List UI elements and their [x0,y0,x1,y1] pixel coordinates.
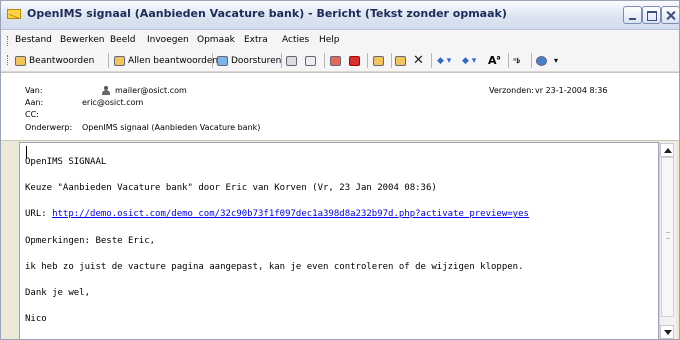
toolbar-separator [212,53,213,68]
previous-icon: ◆ ▾ [437,55,452,66]
move-button[interactable] [373,53,384,68]
copy-icon [305,55,316,66]
previous-button[interactable]: ◆ ▾ [437,53,451,68]
move-icon [373,55,384,66]
title-bar: OpenIMS signaal (Aanbieden Vacature bank… [1,1,679,30]
toolbar-options-button[interactable]: ▾ [554,53,558,68]
delete-button[interactable]: ✕ [413,53,424,68]
menu-beeld[interactable]: Beeld [110,35,135,45]
minimize-button[interactable] [623,6,642,24]
from-value[interactable]: mailer@osict.com [115,86,187,95]
sent-value: vr 23-1-2004 8:36 [535,86,608,95]
toolbar-separator [281,53,282,68]
forward-icon [217,55,228,66]
menu-extra[interactable]: Extra [244,35,268,45]
font-size-button[interactable]: Aa [488,53,501,68]
envelope-icon [7,9,21,19]
menu-bestand[interactable]: Bestand [15,35,52,45]
menu-acties[interactable]: Acties [282,35,309,45]
body-line-signature: Nico [25,314,47,324]
from-label: Van: [25,86,43,95]
subject-label: Onderwerp: [25,123,73,132]
subject-value: OpenIMS signaal (Aanbieden Vacature bank… [82,123,261,132]
cc-label: CC: [25,110,39,119]
person-icon [101,86,111,95]
close-button[interactable] [661,6,679,24]
menu-help[interactable]: Help [319,35,340,45]
reply-all-button[interactable]: Allen beantwoorden [114,53,218,68]
print-icon [286,55,297,66]
reply-all-label: Allen beantwoorden [128,55,219,66]
toolbar-separator [431,53,432,68]
help-button[interactable] [536,53,547,68]
flag-button[interactable] [349,53,360,68]
to-value[interactable]: eric@osict.com [82,98,143,107]
body-line-url: URL: http://demo.osict.com/demo_com/32c9… [25,209,529,219]
scroll-thumb[interactable] [661,157,674,317]
sent-label: Verzonden: [489,86,534,95]
menu-grip-icon [7,36,10,46]
forward-label: Doorsturen [231,55,282,66]
forward-button[interactable]: Doorsturen [217,53,281,68]
scroll-down-button[interactable] [660,325,674,339]
maximize-button[interactable] [642,6,661,24]
next-icon: ◆ ▾ [462,55,477,66]
help-icon [536,55,547,66]
toolbar-separator [324,53,325,68]
reply-all-icon [114,55,125,66]
address-book-button[interactable] [395,53,406,68]
toolbar-separator [367,53,368,68]
body-line-message: ik heb zo juist de vacture pagina aangep… [25,262,524,272]
toolbar-separator [508,53,509,68]
message-window: OpenIMS signaal (Aanbieden Vacature bank… [0,0,680,340]
chevron-down-icon: ▾ [554,56,559,65]
print-button[interactable] [286,53,297,68]
body-line-thanks: Dank je wel, [25,288,91,298]
reply-label: Beantwoorden [29,55,95,66]
menu-bewerken[interactable]: Bewerken [60,35,104,45]
address-book-icon [395,55,406,66]
spelling-icon: ᵃ𝖇 [513,55,521,65]
url-label: URL: [25,209,53,219]
body-line-remarks: Opmerkingen: Beste Eric, [25,236,156,246]
toolbar-separator [108,53,109,68]
window-title: OpenIMS signaal (Aanbieden Vacature bank… [27,7,507,20]
body-line-heading: OpenIMS SIGNAAL [25,157,107,167]
spelling-button[interactable]: ᵃ𝖇 [513,53,520,68]
font-size-icon: Aa [488,54,501,67]
to-label: Aan: [25,98,44,107]
menu-invoegen[interactable]: Invoegen [147,35,189,45]
reply-button[interactable]: Beantwoorden [15,53,94,68]
flag-icon [349,55,360,66]
send-receive-icon [330,55,341,66]
next-button[interactable]: ◆ ▾ [462,53,476,68]
menu-opmaak[interactable]: Opmaak [197,35,235,45]
copy-button[interactable] [305,53,316,68]
toolbar-separator [531,53,532,68]
reply-icon [15,55,26,66]
toolbar-separator [391,53,392,68]
delete-icon: ✕ [413,53,424,68]
send-receive-button[interactable] [330,53,341,68]
body-line-choice: Keuze "Aanbieden Vacature bank" door Eri… [25,183,437,193]
url-link[interactable]: http://demo.osict.com/demo_com/32c90b73f… [52,209,529,219]
toolbar-grip-icon [7,55,10,65]
scroll-up-button[interactable] [660,143,674,157]
